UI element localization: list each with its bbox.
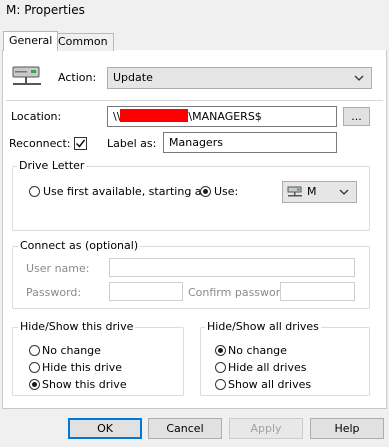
connect-as-group-label: Connect as (optional) [18, 239, 141, 252]
action-value: Update [113, 71, 153, 84]
hide-all-drives-radio[interactable] [215, 362, 226, 373]
drive-letter-group-label: Drive Letter [17, 159, 87, 172]
show-all-drives-label: Show all drives [228, 378, 312, 391]
browse-button[interactable]: ... [343, 107, 370, 126]
reconnect-checkbox[interactable] [74, 137, 87, 150]
reconnect-label: Reconnect: [9, 137, 71, 150]
hide-this-drive-radio[interactable] [29, 362, 40, 373]
hide-show-all-group-label: Hide/Show all drives [205, 320, 321, 333]
drive-icon [287, 186, 302, 197]
use-first-available-label: Use first available, starting at: [43, 185, 210, 198]
label-as-input[interactable]: Managers [163, 132, 337, 153]
all-no-change-label: No change [228, 344, 287, 357]
show-all-drives-radio[interactable] [215, 379, 226, 390]
use-drive-label: Use: [214, 185, 239, 198]
apply-button[interactable]: Apply [229, 418, 303, 439]
action-label: Action: [58, 71, 97, 84]
checkmark-icon [75, 139, 86, 148]
show-this-drive-radio[interactable] [29, 379, 40, 390]
hide-all-drives-label: Hide all drives [228, 361, 307, 374]
hide-this-drive-label: Hide this drive [42, 361, 122, 374]
hide-show-drive-group-label: Hide/Show this drive [18, 320, 136, 333]
username-input[interactable] [109, 258, 355, 277]
ok-button[interactable]: OK [68, 418, 142, 439]
redacted-server-name [120, 109, 189, 122]
confirm-password-input[interactable] [280, 282, 355, 301]
use-drive-radio[interactable] [200, 186, 211, 197]
cancel-button[interactable]: Cancel [148, 418, 222, 439]
drive-no-change-radio[interactable] [29, 345, 40, 356]
drive-no-change-label: No change [42, 344, 101, 357]
chevron-down-icon [339, 189, 349, 195]
confirm-password-label: Confirm password: [188, 286, 291, 299]
location-suffix: \MANAGERS$ [188, 110, 262, 123]
network-drive-icon [11, 64, 43, 92]
location-input[interactable]: \\ \MANAGERS$ [107, 106, 337, 127]
action-select[interactable]: Update [107, 67, 372, 89]
tab-general[interactable]: General [3, 31, 59, 51]
all-no-change-radio[interactable] [215, 345, 226, 356]
separator [6, 100, 383, 101]
password-input[interactable] [109, 282, 183, 301]
location-prefix: \\ [113, 110, 121, 123]
drive-letter-value: M [307, 185, 317, 198]
username-label: User name: [26, 262, 90, 275]
password-label: Password: [26, 286, 82, 299]
location-label: Location: [11, 110, 62, 123]
tab-common[interactable]: Common [52, 33, 114, 51]
chevron-down-icon [354, 75, 364, 81]
show-this-drive-label: Show this drive [42, 378, 127, 391]
drive-letter-select[interactable]: M [282, 181, 357, 203]
window-title: M: Properties [6, 3, 85, 17]
label-as-label: Label as: [107, 137, 157, 150]
help-button[interactable]: Help [310, 418, 384, 439]
use-first-available-radio[interactable] [29, 186, 40, 197]
